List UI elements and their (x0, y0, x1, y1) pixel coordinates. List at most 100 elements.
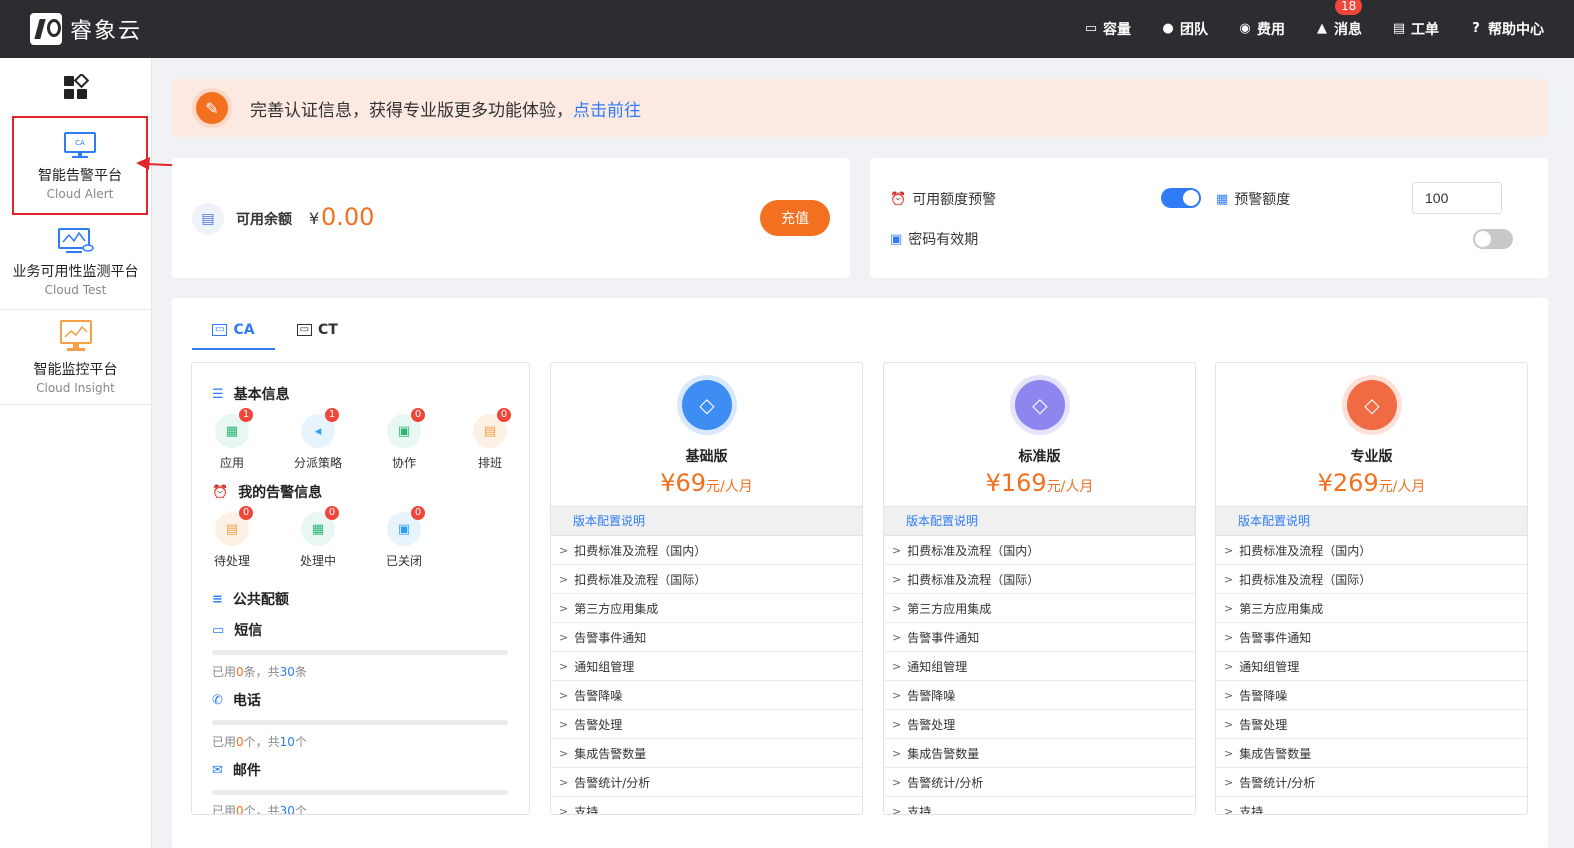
chevron-right-icon: > (1224, 572, 1234, 586)
nav-tickets[interactable]: ▤ 工单 (1392, 19, 1439, 39)
password-expiry-toggle[interactable] (1473, 229, 1513, 249)
plan-feature-row[interactable]: > 第三方应用集成 (884, 594, 1195, 623)
basic-item-dispatch[interactable]: ◂ 1 分派策略 (275, 408, 361, 471)
recharge-button[interactable]: 充值 (760, 200, 830, 236)
apps-grid-button[interactable] (0, 58, 151, 116)
nav-capacity[interactable]: ▭ 容量 (1084, 19, 1131, 39)
nav-help[interactable]: ? 帮助中心 (1469, 19, 1544, 39)
alert-item-pending[interactable]: ▤ 0 待处理 (192, 506, 275, 569)
plan-feature-row[interactable]: > 第三方应用集成 (551, 594, 862, 623)
brand-logo[interactable]: 睿象云 (30, 13, 142, 45)
tab-ca[interactable]: ▭ CA (192, 318, 275, 350)
feature-label: 告警降噪 (1239, 688, 1288, 703)
plan-feature-row[interactable]: > 通知组管理 (884, 652, 1195, 681)
feature-label: 告警处理 (907, 717, 956, 732)
plan-feature-row[interactable]: > 告警处理 (551, 710, 862, 739)
sidebar-item-cloud-alert[interactable]: CA 智能告警平台 Cloud Alert (12, 116, 148, 215)
plan-config-subtitle[interactable]: 版本配置说明 (551, 507, 862, 536)
toggle-knob (1475, 231, 1491, 247)
edit-icon: ✎ (196, 92, 228, 124)
plan-feature-row[interactable]: > 通知组管理 (551, 652, 862, 681)
sidebar-item-cloud-test[interactable]: 业务可用性监测平台 Cloud Test (0, 215, 151, 310)
plan-header: ◇ 标准版 ¥169元/人月 (884, 363, 1195, 507)
banner-link[interactable]: 点击前往 (573, 96, 641, 121)
chevron-right-icon: > (892, 572, 902, 586)
nav-team[interactable]: ● 团队 (1161, 19, 1208, 39)
sidebar-item-cloud-insight[interactable]: 智能监控平台 Cloud Insight (0, 310, 151, 405)
plan-feature-row[interactable]: > 集成告警数量 (884, 739, 1195, 768)
chevron-right-icon: > (892, 717, 902, 731)
chevron-right-icon: > (1224, 659, 1234, 673)
share-icon: ◂ 1 (301, 408, 339, 448)
plan-feature-row[interactable]: > 扣费标准及流程（国际） (884, 565, 1195, 594)
balance-label: 可用余额 (236, 212, 292, 228)
chevron-right-icon: > (559, 659, 569, 673)
tab-ct[interactable]: ▭ CT (277, 318, 358, 342)
sidebar-item-subtitle: Cloud Insight (36, 381, 115, 395)
alert-item-closed[interactable]: ▣ 0 已关闭 (361, 506, 447, 569)
nav-label: 帮助中心 (1488, 22, 1544, 38)
basic-item-collab[interactable]: ▣ 0 协作 (361, 408, 447, 471)
wallet-icon: ▤ (192, 203, 224, 235)
chevron-right-icon: > (559, 775, 569, 789)
feature-label: 集成告警数量 (574, 746, 647, 761)
sidebar-item-title: 智能监控平台 (33, 362, 118, 378)
usage-unit: 条 (294, 665, 307, 679)
item-label: 已关闭 (385, 554, 422, 568)
basic-item-schedule[interactable]: ▤ 0 排班 (447, 408, 529, 471)
plan-feature-row[interactable]: > 告警降噪 (551, 681, 862, 710)
plan-feature-row[interactable]: > 支持 (551, 797, 862, 815)
plan-feature-row[interactable]: > 扣费标准及流程（国内） (884, 536, 1195, 565)
plan-config-subtitle[interactable]: 版本配置说明 (884, 507, 1195, 536)
plan-feature-row[interactable]: > 第三方应用集成 (1216, 594, 1527, 623)
mail-usage-bar (212, 790, 508, 795)
plan-feature-row[interactable]: > 通知组管理 (1216, 652, 1527, 681)
plan-feature-row[interactable]: > 告警统计/分析 (551, 768, 862, 797)
basic-item-app[interactable]: ▦ 1 应用 (192, 408, 275, 471)
product-tabs: ▭ CA ▭ CT (192, 318, 360, 350)
plan-feature-row[interactable]: > 告警降噪 (884, 681, 1195, 710)
plan-feature-row[interactable]: > 扣费标准及流程（国际） (1216, 565, 1527, 594)
plan-feature-row[interactable]: > 告警处理 (1216, 710, 1527, 739)
nav-fee[interactable]: ◉ 费用 (1238, 19, 1285, 39)
plan-feature-row[interactable]: > 告警处理 (884, 710, 1195, 739)
feature-label: 告警降噪 (907, 688, 956, 703)
plan-feature-row[interactable]: > 支持 (884, 797, 1195, 815)
plan-feature-row[interactable]: > 扣费标准及流程（国际） (551, 565, 862, 594)
plan-feature-row[interactable]: > 告警事件通知 (551, 623, 862, 652)
chevron-right-icon: > (892, 601, 902, 615)
pending-icon: ▤ 0 (215, 506, 253, 546)
plan-feature-row[interactable]: > 扣费标准及流程（国内） (551, 536, 862, 565)
chevron-right-icon: > (559, 630, 569, 644)
plan-feature-row[interactable]: > 告警事件通知 (1216, 623, 1527, 652)
plan-name: 基础版 (685, 449, 728, 465)
plan-feature-row[interactable]: > 告警统计/分析 (1216, 768, 1527, 797)
quota-alert-toggle[interactable] (1161, 188, 1201, 208)
plan-card: ◇ 标准版 ¥169元/人月 版本配置说明 > 扣费标准及流程（国内） > 扣费标准及流程（国… (883, 362, 1196, 815)
threshold-label: 预警额度 (1234, 192, 1291, 208)
chevron-right-icon: > (559, 601, 569, 615)
count-badge: 1 (239, 408, 253, 422)
basic-info-items: ▦ 1 应用 ◂ 1 分派策略 ▣ 0 协作 ▤ 0 排班 (192, 408, 529, 471)
plan-feature-row[interactable]: > 扣费标准及流程（国内） (1216, 536, 1527, 565)
feature-label: 支持 (907, 804, 932, 815)
chevron-right-icon: > (559, 688, 569, 702)
feature-label: 扣费标准及流程（国际） (1239, 572, 1372, 587)
chevron-right-icon: > (892, 659, 902, 673)
nav-messages[interactable]: ▲ 消息 18 (1315, 0, 1363, 39)
plan-feature-row[interactable]: > 告警统计/分析 (884, 768, 1195, 797)
plan-config-subtitle[interactable]: 版本配置说明 (1216, 507, 1527, 536)
chevron-right-icon: > (559, 717, 569, 731)
plan-feature-row[interactable]: > 支持 (1216, 797, 1527, 815)
password-expiry-row: ▣ 密码有效期 (890, 229, 978, 249)
mail-title: ✉ 邮件 (212, 760, 261, 780)
plan-feature-row[interactable]: > 告警降噪 (1216, 681, 1527, 710)
alert-item-processing[interactable]: ▦ 0 处理中 (275, 506, 361, 569)
plan-feature-row[interactable]: > 集成告警数量 (1216, 739, 1527, 768)
chevron-right-icon: > (559, 804, 569, 815)
nav-label: 费用 (1257, 22, 1285, 38)
threshold-input[interactable] (1412, 182, 1502, 214)
insight-platform-icon (59, 320, 92, 351)
plan-feature-row[interactable]: > 告警事件通知 (884, 623, 1195, 652)
plan-feature-row[interactable]: > 集成告警数量 (551, 739, 862, 768)
